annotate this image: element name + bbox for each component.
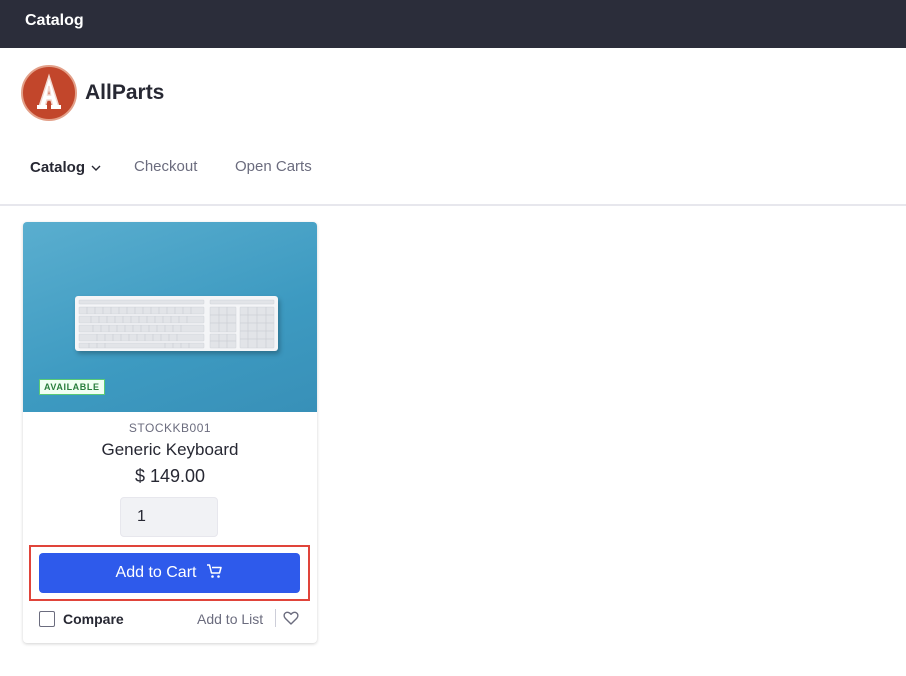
brand-name[interactable]: AllParts — [85, 81, 164, 105]
product-sku: STOCKKB001 — [128, 421, 212, 435]
add-to-list-link[interactable]: Add to List — [197, 611, 263, 627]
add-to-cart-button[interactable]: Add to Cart — [39, 553, 300, 593]
keyboard-image — [75, 296, 278, 351]
header-divider — [0, 204, 906, 206]
compare-toggle[interactable]: Compare — [39, 609, 124, 629]
add-to-cart-label: Add to Cart — [115, 564, 197, 581]
availability-badge: AVAILABLE — [39, 379, 105, 395]
action-separator — [275, 609, 276, 627]
nav-item-checkout[interactable]: Checkout — [134, 158, 197, 175]
topbar-title: Catalog — [25, 12, 84, 29]
nav-item-catalog[interactable]: Catalog — [30, 158, 101, 176]
nav-item-label: Catalog — [30, 159, 86, 176]
quantity-input[interactable] — [120, 497, 218, 537]
product-price: $ 149.00 — [134, 466, 206, 486]
compare-label: Compare — [63, 611, 124, 627]
letter-a-logo-icon — [37, 73, 61, 109]
product-card: AVAILABLE STOCKKB001 Generic Keyboard $ … — [23, 222, 317, 643]
compare-checkbox[interactable] — [39, 611, 55, 627]
product-name[interactable]: Generic Keyboard — [23, 440, 317, 460]
shopping-cart-icon — [206, 563, 223, 584]
product-image[interactable]: AVAILABLE — [23, 222, 317, 412]
heart-icon[interactable] — [283, 610, 299, 626]
nav-item-open-carts[interactable]: Open Carts — [235, 158, 312, 175]
chevron-down-icon — [91, 158, 101, 175]
top-bar: Catalog — [0, 0, 906, 48]
brand-logo[interactable] — [21, 65, 77, 121]
